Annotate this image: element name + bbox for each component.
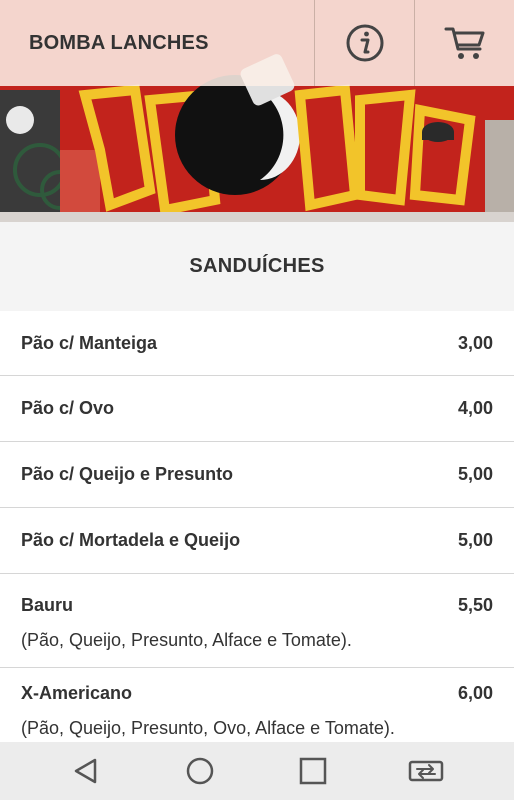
item-name: Bauru <box>21 595 74 615</box>
item-price: 5,00 <box>457 464 493 484</box>
item-name: Pão c/ Manteiga <box>21 332 158 353</box>
recents-button[interactable] <box>283 742 343 800</box>
recents-square-icon <box>299 757 327 785</box>
back-button[interactable] <box>56 742 116 800</box>
info-button[interactable] <box>314 0 414 86</box>
home-circle-icon <box>186 757 214 785</box>
shopping-cart-icon <box>444 27 484 59</box>
item-name: X-Americano <box>21 683 133 703</box>
home-button[interactable] <box>170 742 230 800</box>
item-price: 6,00 <box>457 683 493 703</box>
app-switch-button[interactable] <box>396 742 456 800</box>
item-price: 3,00 <box>457 332 493 353</box>
item-name: Pão c/ Ovo <box>21 398 115 418</box>
menu-item[interactable]: Pão c/ Queijo e Presunto 5,00 <box>0 442 514 508</box>
item-name: Pão c/ Mortadela e Queijo <box>21 530 241 550</box>
app-header: BOMBA LANCHES <box>0 0 514 86</box>
section-title: SANDUÍCHES <box>0 222 514 311</box>
menu-item[interactable]: X-Americano 6,00 (Pão, Queijo, Presunto,… <box>0 668 514 742</box>
info-circle-icon <box>346 24 383 62</box>
app-title: BOMBA LANCHES <box>29 31 209 54</box>
menu-item[interactable]: Pão c/ Mortadela e Queijo 5,00 <box>0 508 514 574</box>
item-price: 5,00 <box>457 530 493 550</box>
item-price: 4,00 <box>457 398 493 418</box>
menu-item[interactable]: Pão c/ Manteiga 3,00 <box>0 311 514 376</box>
item-price: 5,50 <box>457 595 493 615</box>
app-switch-icon <box>408 760 444 782</box>
back-triangle-icon <box>74 758 97 784</box>
item-description: (Pão, Queijo, Presunto, Alface e Tomate)… <box>21 630 352 650</box>
item-description: (Pão, Queijo, Presunto, Ovo, Alface e To… <box>21 718 395 738</box>
menu-list: Pão c/ Manteiga 3,00 Pão c/ Ovo 4,00 Pão… <box>0 311 514 742</box>
system-navigation-bar <box>0 742 514 800</box>
item-name: Pão c/ Queijo e Presunto <box>21 464 234 484</box>
menu-item[interactable]: Bauru 5,50 (Pão, Queijo, Presunto, Alfac… <box>0 574 514 668</box>
menu-item[interactable]: Pão c/ Ovo 4,00 <box>0 376 514 442</box>
cart-button[interactable] <box>414 0 514 86</box>
